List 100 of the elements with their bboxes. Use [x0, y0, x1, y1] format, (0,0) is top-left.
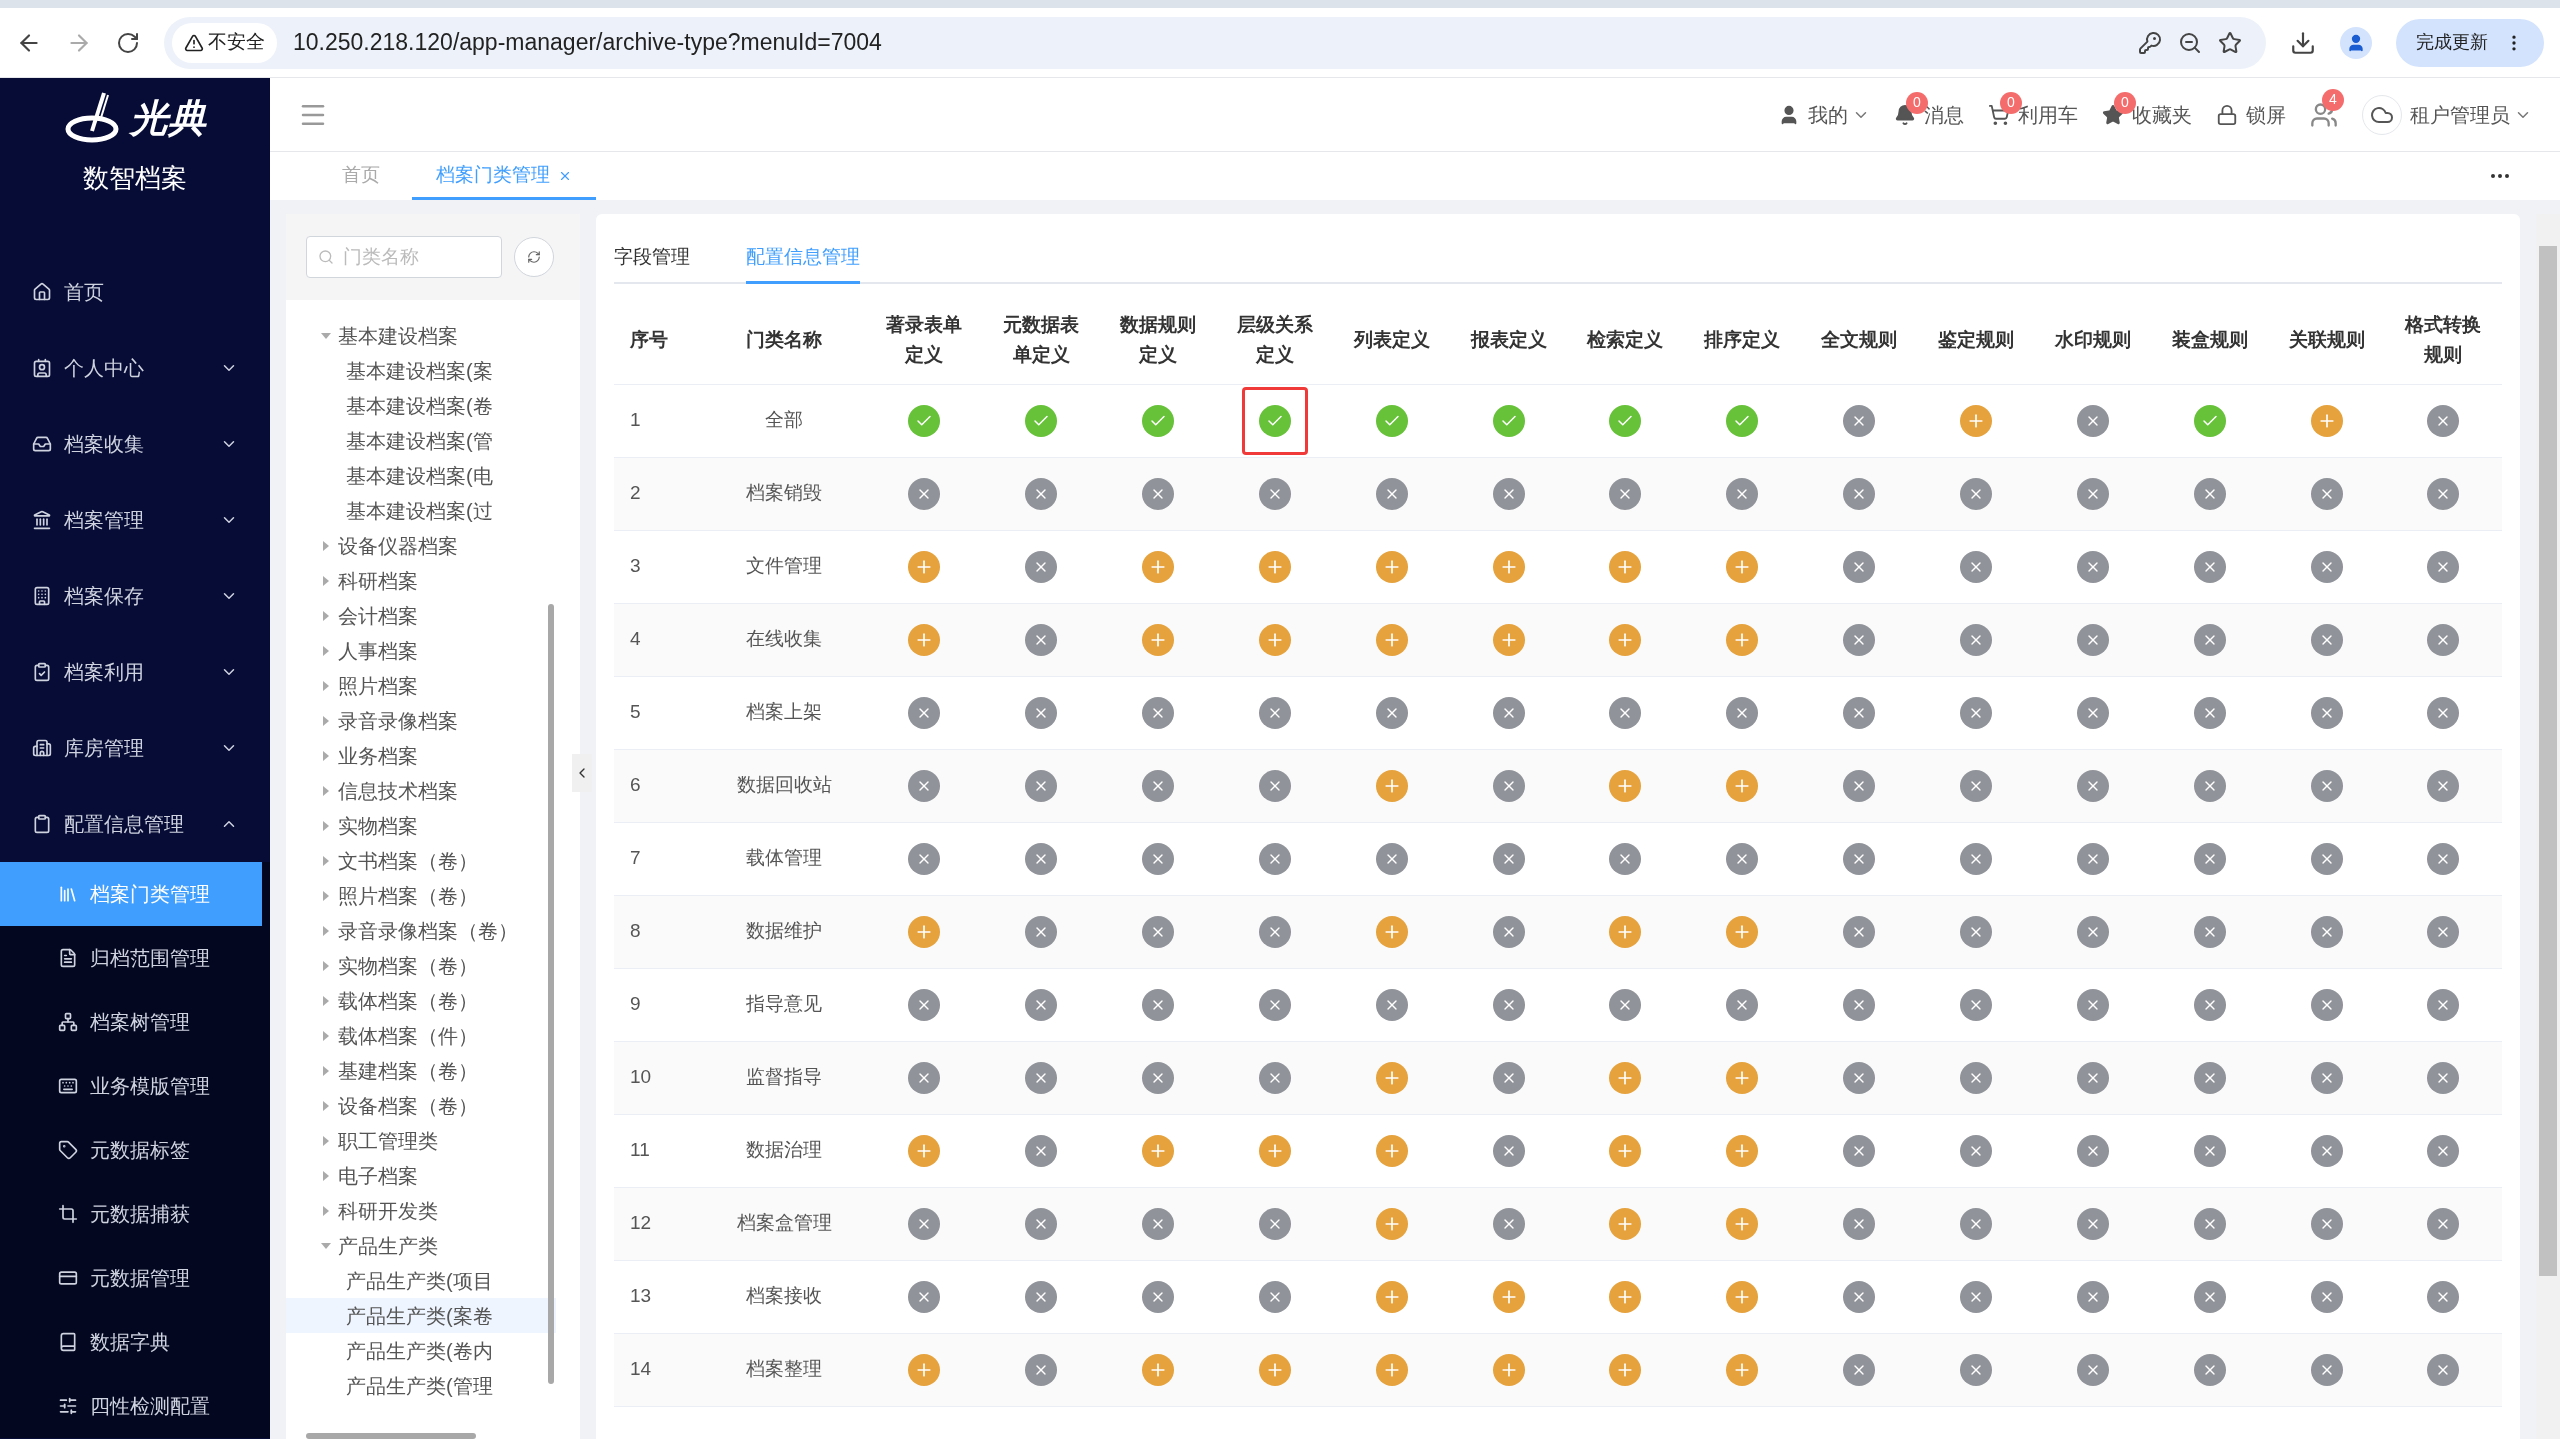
count-badge: 4: [2322, 88, 2344, 111]
submenu-item[interactable]: 数据字典: [0, 1310, 262, 1374]
column-header: 检索定义: [1585, 327, 1665, 352]
tree-item[interactable]: 基建档案（卷）: [286, 1053, 556, 1088]
refresh-icon[interactable]: [527, 250, 541, 264]
content-tab[interactable]: 字段管理: [614, 234, 690, 284]
submenu-item[interactable]: 档案树管理: [0, 990, 262, 1054]
caret-icon: [322, 890, 330, 901]
caret-icon: [322, 1065, 330, 1076]
crop-icon: [58, 1204, 78, 1224]
column-header: 水印规则: [2053, 327, 2132, 352]
tree-item[interactable]: 基本建设档案: [286, 318, 556, 353]
submenu-item[interactable]: 元数据标签: [0, 1118, 262, 1182]
category-name: 监督指导: [746, 1066, 822, 1088]
refresh-button[interactable]: [514, 237, 554, 277]
tree-item[interactable]: 电子档案: [286, 1158, 556, 1193]
tree-item[interactable]: 基本建设档案(案: [286, 353, 556, 388]
header-link[interactable]: 租户管理员: [2410, 99, 2510, 130]
tree-item[interactable]: 基本建设档案(卷: [286, 388, 556, 423]
tree-item[interactable]: 文书档案（卷）: [286, 843, 556, 878]
bank-icon: [32, 510, 52, 530]
sidebar-item[interactable]: 档案保存: [0, 558, 270, 634]
scrollbar-thumb[interactable]: [2539, 246, 2557, 1276]
category-name: 文件管理: [746, 555, 822, 577]
submenu-item[interactable]: 归档范围管理: [0, 926, 262, 990]
lock-icon: [2216, 103, 2238, 126]
row-index: 5: [630, 701, 641, 723]
tree-item[interactable]: 职工管理类: [286, 1123, 556, 1158]
submenu-item[interactable]: 业务模版管理: [0, 1054, 262, 1118]
sidebar-item[interactable]: 个人中心: [0, 330, 270, 406]
collapse-handle[interactable]: [572, 754, 592, 792]
category-name: 数据治理: [746, 1139, 822, 1161]
row-index: 7: [630, 847, 641, 869]
key-icon[interactable]: [2138, 30, 2162, 55]
tree-item[interactable]: 设备仪器档案: [286, 528, 556, 563]
tree-item[interactable]: 实物档案（卷）: [286, 948, 556, 983]
tree-item[interactable]: 业务档案: [286, 738, 556, 773]
tree-item[interactable]: 载体档案（卷）: [286, 983, 556, 1018]
category-name: 指导意见: [746, 993, 822, 1015]
category-name: 数据回收站: [736, 774, 832, 796]
column-header: 关联规则: [2287, 327, 2366, 352]
caret-icon: [322, 680, 330, 691]
tree-item[interactable]: 基本建设档案(过: [286, 493, 556, 528]
tree-item[interactable]: 照片档案: [286, 668, 556, 703]
star-icon[interactable]: [2218, 30, 2242, 55]
tree-item[interactable]: 产品生产类(卷内: [286, 1333, 556, 1368]
address-bar[interactable]: 不安全 10.250.218.120/app-manager/archive-type?menuId=7004: [164, 16, 2266, 69]
row-index: 10: [630, 1066, 652, 1088]
product-name: 数智档案: [83, 162, 187, 195]
caret-icon: [322, 1170, 330, 1181]
category-name: 在线收集: [746, 628, 822, 650]
tree-item[interactable]: 照片档案（卷）: [286, 878, 556, 913]
sidebar-item[interactable]: 档案利用: [0, 634, 270, 710]
tree-item[interactable]: 基本建设档案(电: [286, 458, 556, 493]
submenu-item[interactable]: 元数据管理: [0, 1246, 262, 1310]
tree-item[interactable]: 载体档案（件）: [286, 1018, 556, 1053]
column-header: 格式转换规则: [2403, 312, 2483, 367]
download-icon[interactable]: [2290, 29, 2316, 56]
column-header: 全文规则: [1820, 327, 1899, 352]
tree-item[interactable]: 会计档案: [286, 598, 556, 633]
category-name: 档案销毁: [746, 482, 822, 504]
sidebar-item[interactable]: 首页: [0, 254, 270, 330]
tree-item[interactable]: 产品生产类(案卷: [286, 1298, 556, 1333]
tree-item[interactable]: 实物档案: [286, 808, 556, 843]
hierarchy-icon: [58, 1012, 78, 1032]
header-link[interactable]: 锁屏: [2246, 99, 2286, 130]
tree-item[interactable]: 产品生产类(项目: [286, 1263, 556, 1298]
row-index: 2: [630, 482, 641, 504]
caret-icon: [322, 540, 330, 551]
tree-item[interactable]: 人事档案: [286, 633, 556, 668]
tree-item[interactable]: 信息技术档案: [286, 773, 556, 808]
reload-icon[interactable]: [116, 30, 140, 55]
tree-item[interactable]: 基本建设档案(管: [286, 423, 556, 458]
search-field[interactable]: 门类名称: [306, 236, 502, 278]
tree-item[interactable]: 设备档案（卷）: [286, 1088, 556, 1123]
submenu-item[interactable]: 四性检测配置: [0, 1374, 262, 1438]
submenu-item[interactable]: 元数据捕获: [0, 1182, 262, 1246]
caret-icon: [322, 645, 330, 656]
sidebar-item[interactable]: 配置信息管理: [0, 786, 270, 862]
scrollbar-thumb[interactable]: [548, 604, 554, 1384]
scrollbar-thumb[interactable]: [306, 1433, 476, 1439]
sidebar-item[interactable]: 库房管理: [0, 710, 270, 786]
header-link[interactable]: 我的: [1808, 99, 1848, 130]
tree-item[interactable]: 科研档案: [286, 563, 556, 598]
sidebar-item[interactable]: 档案管理: [0, 482, 270, 558]
grid-icon: [58, 1076, 78, 1096]
sidebar-item[interactable]: 档案收集: [0, 406, 270, 482]
tree-item[interactable]: 录音录像档案: [286, 703, 556, 738]
caret-icon: [322, 1135, 330, 1146]
profile-icon[interactable]: [2340, 26, 2372, 59]
column-header: 鉴定规则: [1937, 327, 2015, 352]
tree-item[interactable]: 录音录像档案（卷）: [286, 913, 556, 948]
zoom-out-icon[interactable]: [2178, 30, 2202, 55]
update-button[interactable]: 完成更新: [2396, 18, 2544, 67]
caret-icon: [321, 1241, 331, 1250]
category-name: 档案上架: [746, 701, 822, 723]
tree-item[interactable]: 产品生产类: [286, 1228, 556, 1263]
tree-item[interactable]: 科研开发类: [286, 1193, 556, 1228]
security-chip[interactable]: 不安全: [172, 22, 277, 63]
tree-item[interactable]: 产品生产类(管理: [286, 1368, 556, 1403]
